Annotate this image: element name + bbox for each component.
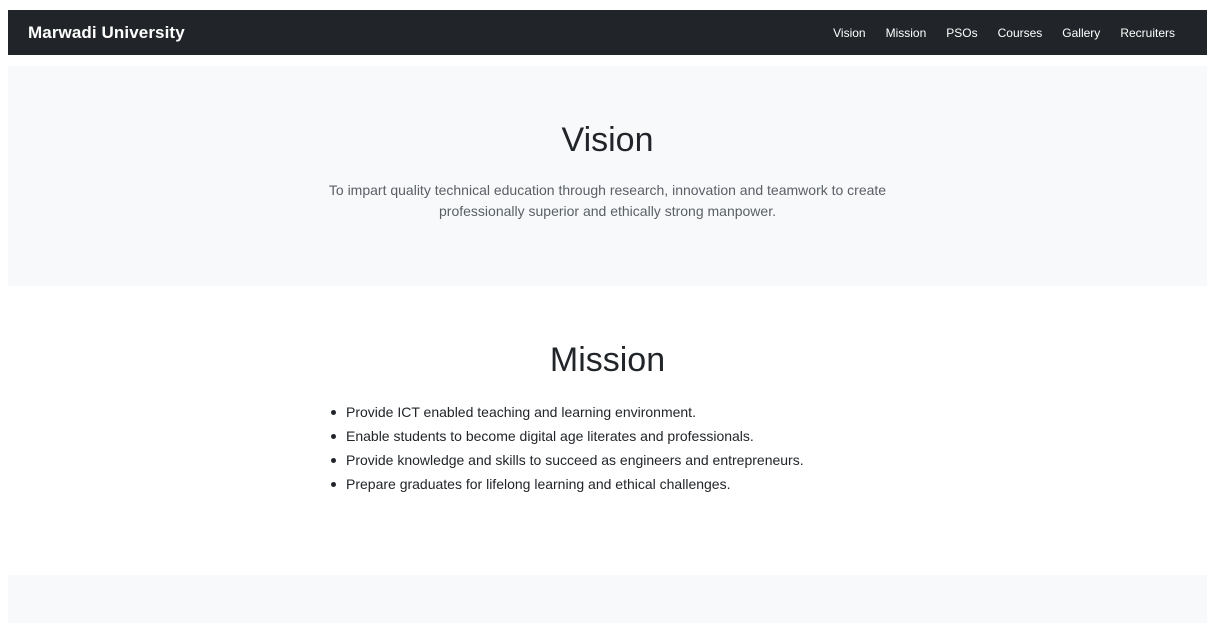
next-section (8, 575, 1207, 623)
brand-link[interactable]: Marwadi University (28, 23, 185, 43)
mission-item: Prepare graduates for lifelong learning … (329, 472, 804, 496)
vision-statement: To impart quality technical education th… (328, 182, 887, 219)
mission-section: Mission Provide ICT enabled teaching and… (8, 286, 1207, 575)
nav-link-psos[interactable]: PSOs (936, 26, 987, 40)
nav-link-recruiters[interactable]: Recruiters (1110, 26, 1185, 40)
mission-item: Provide knowledge and skills to succeed … (329, 448, 804, 472)
navbar-links: Vision Mission PSOs Courses Gallery Recr… (823, 26, 1185, 40)
top-navbar: Marwadi University Vision Mission PSOs C… (8, 10, 1207, 55)
vision-title: Vision (561, 121, 654, 159)
mission-list: Provide ICT enabled teaching and learnin… (329, 400, 804, 496)
nav-link-mission[interactable]: Mission (876, 26, 937, 40)
vision-section: Vision To impart quality technical educa… (8, 66, 1207, 286)
mission-item: Provide ICT enabled teaching and learnin… (329, 400, 804, 424)
nav-link-vision[interactable]: Vision (823, 26, 875, 40)
mission-title: Mission (549, 341, 666, 379)
page: Marwadi University Vision Mission PSOs C… (0, 0, 1207, 623)
mission-item: Enable students to become digital age li… (329, 424, 804, 448)
nav-link-gallery[interactable]: Gallery (1052, 26, 1110, 40)
nav-link-courses[interactable]: Courses (988, 26, 1053, 40)
